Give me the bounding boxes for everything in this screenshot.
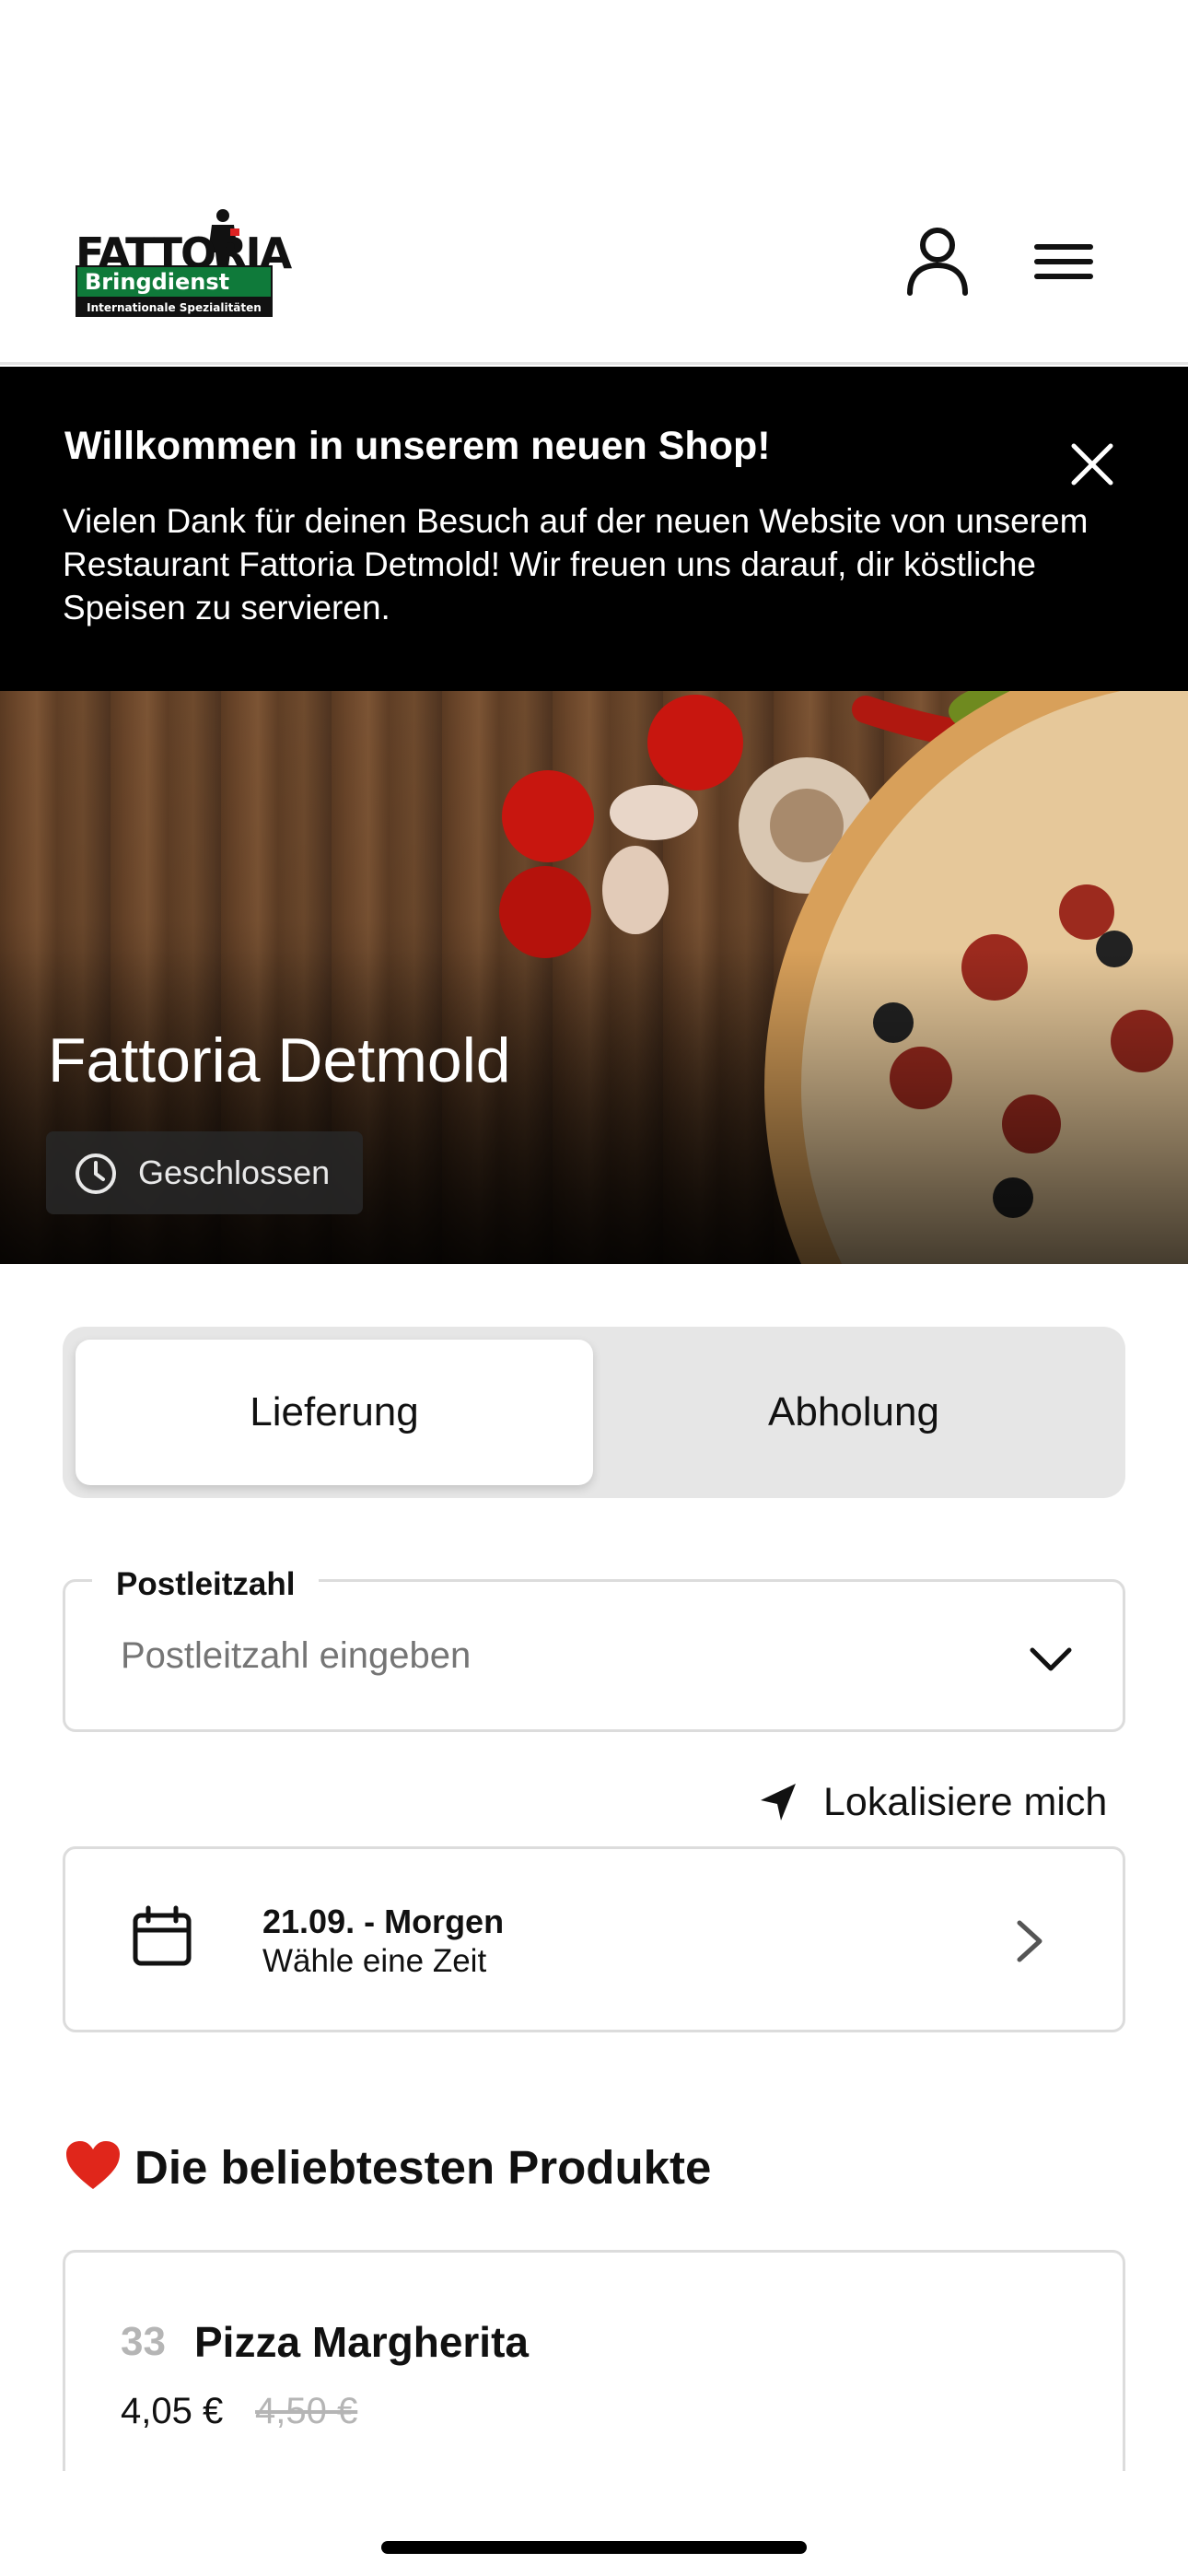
tab-delivery[interactable]: Lieferung (76, 1340, 593, 1485)
location-arrow-icon (761, 1784, 796, 1821)
tab-pickup[interactable]: Abholung (595, 1340, 1112, 1485)
clock-icon (76, 1153, 116, 1194)
fattoria-logo[interactable]: FATTORIA Bringdienst Internationale Spez… (74, 208, 292, 319)
popular-products-title: Die beliebtesten Produkte (134, 2141, 712, 2194)
account-button[interactable] (901, 225, 974, 299)
opening-status-badge: Geschlossen (46, 1131, 363, 1214)
site-header: FATTORIA Bringdienst Internationale Spez… (0, 0, 1188, 365)
menu-button[interactable] (1026, 225, 1100, 299)
selected-date: 21.09. - Morgen (262, 1903, 505, 1940)
logo-band-text: Bringdienst (85, 269, 230, 295)
product-name: Pizza Margherita (194, 2318, 529, 2366)
banner-title: Willkommen in unserem neuen Shop! (64, 424, 771, 468)
close-icon[interactable] (1066, 439, 1118, 490)
hero-image: Fattoria Detmold Geschlossen (0, 691, 1188, 1264)
chevron-down-icon[interactable] (1023, 1632, 1078, 1687)
logo-band: Bringdienst (76, 265, 273, 299)
hamburger-menu-icon (1034, 244, 1093, 279)
product-price: 4,05 € (121, 2391, 224, 2431)
product-number: 33 (121, 2319, 166, 2364)
locate-me-button[interactable]: Lokalisiere mich (755, 1776, 1125, 1832)
user-icon (907, 228, 968, 296)
welcome-banner: Willkommen in unserem neuen Shop! Vielen… (0, 367, 1188, 691)
product-old-price: 4,50 € (255, 2391, 358, 2431)
calendar-icon (133, 1905, 192, 1966)
status-text: Geschlossen (138, 1153, 331, 1191)
logo-tagline: Internationale Spezialitäten (76, 299, 273, 317)
bottom-safe-area (0, 2471, 1188, 2576)
postal-code-input[interactable] (121, 1635, 949, 1677)
choose-time-hint: Wähle eine Zeit (262, 1943, 487, 1979)
order-type-switch: Lieferung Abholung (63, 1327, 1125, 1498)
chevron-right-icon (1017, 1920, 1042, 1962)
banner-text: Vielen Dank für deinen Besuch auf der ne… (63, 502, 1089, 626)
heart-icon (66, 2141, 120, 2189)
postal-code-label: Postleitzahl (92, 1566, 320, 1603)
locate-me-label: Lokalisiere mich (823, 1780, 1108, 1824)
restaurant-name: Fattoria Detmold (48, 1025, 511, 1095)
delivery-time-selector[interactable]: 21.09. - Morgen Wähle eine Zeit (63, 1846, 1125, 2032)
home-indicator[interactable] (381, 2541, 807, 2554)
popular-products-heading: Die beliebtesten Produkte (64, 2139, 711, 2195)
